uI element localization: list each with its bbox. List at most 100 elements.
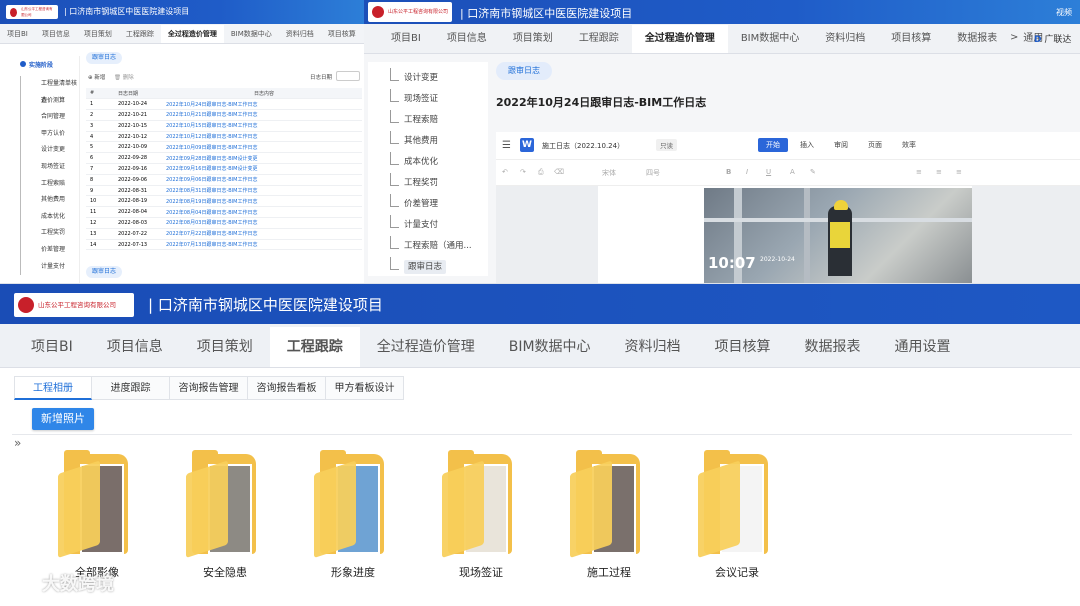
album-folder[interactable] — [58, 450, 138, 559]
print-icon[interactable]: ⎙ — [538, 168, 544, 177]
row-content-link[interactable]: 2022年07月22日跟审日志-BIM工作日志 — [162, 228, 362, 240]
sidebar-item[interactable]: 跟审日志 — [368, 257, 488, 278]
table-row[interactable]: 6 2022-09-28 2022年09月28日跟审日志-BIM设计变更 — [86, 152, 362, 165]
sidebar-item[interactable]: 计量支付 — [20, 258, 79, 276]
table-row[interactable]: 4 2022-10-12 2022年10月12日跟审日志-BIM工作日志 — [86, 131, 362, 143]
sidebar-item[interactable]: 工程索赔 — [368, 110, 488, 131]
table-row[interactable]: 2 2022-10-21 2022年10月21日跟审日志-BIM工作日志 — [86, 109, 362, 121]
row-content-link[interactable]: 2022年10月12日跟审日志-BIM工作日志 — [162, 131, 362, 143]
eraser-icon[interactable]: ⌫ — [554, 168, 564, 176]
table-row[interactable]: 10 2022-08-19 2022年08月19日跟审日志-BIM工作日志 — [86, 195, 362, 208]
row-content-link[interactable]: 2022年08月04日跟审日志-BIM工作日志 — [162, 206, 362, 219]
tab-7[interactable]: 项目核算 — [878, 25, 944, 53]
album-folder[interactable] — [314, 450, 394, 559]
row-content-link[interactable]: 2022年09月28日跟审日志-BIM设计变更 — [162, 152, 362, 165]
row-content-link[interactable]: 2022年09月16日跟审日志-BIM设计变更 — [162, 163, 362, 175]
log-chip-bottom[interactable]: 跟审日志 — [86, 266, 123, 278]
table-row[interactable]: 3 2022-10-15 2022年10月15日跟审日志-BIM工作日志 — [86, 120, 362, 132]
row-content-link[interactable]: 2022年10月15日跟审日志-BIM工作日志 — [162, 120, 362, 132]
menu-icon[interactable]: ☰ — [502, 140, 511, 151]
table-row[interactable]: 1 2022-10-24 2022年10月24日跟审日志-BIM工作日志 — [86, 98, 362, 111]
tab-3[interactable]: 工程跟踪 — [119, 25, 161, 43]
sidebar-item[interactable]: 设计变更 — [368, 68, 488, 89]
tab-5[interactable]: BIM数据中心 — [728, 25, 812, 53]
sidebar-item[interactable]: 工程奖罚 — [368, 173, 488, 194]
doc-menu-3[interactable]: 页面 — [860, 138, 890, 152]
glodon-link[interactable]: D 广联达 — [1034, 32, 1071, 45]
header-right-link[interactable]: 视频 — [1056, 7, 1072, 18]
tab-1[interactable]: 项目信息 — [35, 25, 77, 43]
sidebar-item[interactable]: 其他费用 — [20, 192, 79, 209]
tab-scroll-right[interactable]: > — [1010, 32, 1018, 43]
tab-6[interactable]: 资料归档 — [279, 25, 321, 43]
subtab-2[interactable]: 咨询报告管理 — [170, 376, 248, 400]
row-content-link[interactable]: 2022年08月31日跟审日志-BIM工作日志 — [162, 185, 362, 197]
collapse-sidebar-icon[interactable]: » — [14, 436, 21, 450]
sidebar-item[interactable]: 价差管理 — [20, 241, 79, 259]
tab-2[interactable]: 项目策划 — [180, 327, 270, 367]
sidebar-item[interactable]: 工程量清单核查 — [20, 76, 79, 104]
tab-9[interactable]: 通用设置 — [878, 327, 968, 367]
row-content-link[interactable]: 2022年08月03日跟审日志-BIM工作日志 — [162, 217, 362, 229]
log-chip[interactable]: 跟审日志 — [496, 62, 552, 80]
sidebar-item[interactable]: 成本优化 — [20, 208, 79, 226]
doc-menu-2[interactable]: 审阅 — [826, 138, 856, 152]
sidebar-item[interactable]: 现场签证 — [368, 89, 488, 110]
tab-6[interactable]: 资料归档 — [812, 25, 878, 53]
delete-button[interactable]: 🗑 删除 — [114, 73, 134, 81]
sidebar-item[interactable]: 计量支付 — [368, 215, 488, 236]
bold-icon[interactable]: B — [726, 168, 731, 176]
sidebar-item[interactable]: 甲方认价 — [20, 125, 79, 143]
redo-icon[interactable]: ↷ — [520, 168, 526, 176]
tab-4[interactable]: 全过程造价管理 — [160, 25, 224, 43]
add-button[interactable]: ⊕ 新增 — [88, 73, 105, 81]
tab-7[interactable]: 项目核算 — [321, 25, 363, 43]
new-photo-button[interactable]: 新增照片 — [32, 408, 94, 430]
sidebar-item[interactable]: 价差管理 — [368, 194, 488, 215]
tab-1[interactable]: 项目信息 — [434, 25, 500, 53]
tab-2[interactable]: 项目策划 — [500, 25, 566, 53]
sidebar-item[interactable]: 现场签证 — [20, 158, 79, 176]
align-right-icon[interactable]: ≡ — [956, 168, 962, 176]
table-row[interactable]: 12 2022-08-03 2022年08月03日跟审日志-BIM工作日志 — [86, 217, 362, 229]
doc-menu-0[interactable]: 开始 — [758, 138, 788, 152]
row-content-link[interactable]: 2022年09月06日跟审日志-BIM工作日志 — [162, 174, 362, 186]
sidebar-item[interactable]: 工程奖罚 — [20, 225, 79, 242]
tab-5[interactable]: BIM数据中心 — [492, 327, 608, 367]
table-row[interactable]: 5 2022-10-09 2022年10月09日跟审日志-BIM工作日志 — [86, 141, 362, 154]
row-content-link[interactable]: 2022年10月09日跟审日志-BIM工作日志 — [162, 141, 362, 154]
row-content-link[interactable]: 2022年08月19日跟审日志-BIM工作日志 — [162, 195, 362, 208]
sidebar-item[interactable]: 成本优化 — [368, 152, 488, 173]
tab-0[interactable]: 项目BI — [14, 327, 90, 367]
font-color-icon[interactable]: A — [790, 168, 795, 176]
table-row[interactable]: 11 2022-08-04 2022年08月04日跟审日志-BIM工作日志 — [86, 206, 362, 219]
date-filter-input[interactable] — [336, 71, 360, 81]
album-folder[interactable] — [442, 450, 522, 559]
sidebar-item[interactable]: 其他费用 — [368, 131, 488, 152]
font-family-select[interactable]: 宋体 — [602, 168, 616, 178]
tab-3[interactable]: 工程跟踪 — [269, 327, 360, 367]
sidebar-item[interactable]: 工程索赔 — [20, 175, 79, 193]
log-chip[interactable]: 跟审日志 — [86, 52, 123, 64]
italic-icon[interactable]: I — [746, 168, 748, 176]
subtab-0[interactable]: 工程相册 — [14, 376, 92, 400]
table-row[interactable]: 13 2022-07-22 2022年07月22日跟审日志-BIM工作日志 — [86, 228, 362, 240]
tab-3[interactable]: 工程跟踪 — [566, 25, 632, 53]
tab-4[interactable]: 全过程造价管理 — [360, 327, 492, 367]
row-content-link[interactable]: 2022年10月21日跟审日志-BIM工作日志 — [162, 109, 362, 121]
sidebar-group-label[interactable]: 实施阶段 — [8, 56, 79, 76]
sidebar-item[interactable]: 合同管理 — [20, 109, 79, 126]
doc-menu-4[interactable]: 效率 — [894, 138, 924, 152]
tab-1[interactable]: 项目信息 — [90, 327, 180, 367]
underline-icon[interactable]: U — [766, 168, 771, 176]
tab-8[interactable]: 数据报表 — [788, 327, 878, 367]
tab-0[interactable]: 项目BI — [0, 25, 35, 43]
table-row[interactable]: 9 2022-08-31 2022年08月31日跟审日志-BIM工作日志 — [86, 185, 362, 197]
highlight-icon[interactable]: ✎ — [810, 168, 816, 176]
sidebar-item[interactable]: 设计变更 — [20, 142, 79, 159]
subtab-1[interactable]: 进度跟踪 — [92, 376, 170, 400]
row-content-link[interactable]: 2022年07月13日跟审日志-BIM工作日志 — [162, 239, 362, 251]
tab-6[interactable]: 资料归档 — [608, 327, 698, 367]
tab-5[interactable]: BIM数据中心 — [224, 25, 279, 43]
font-size-select[interactable]: 四号 — [646, 168, 660, 178]
